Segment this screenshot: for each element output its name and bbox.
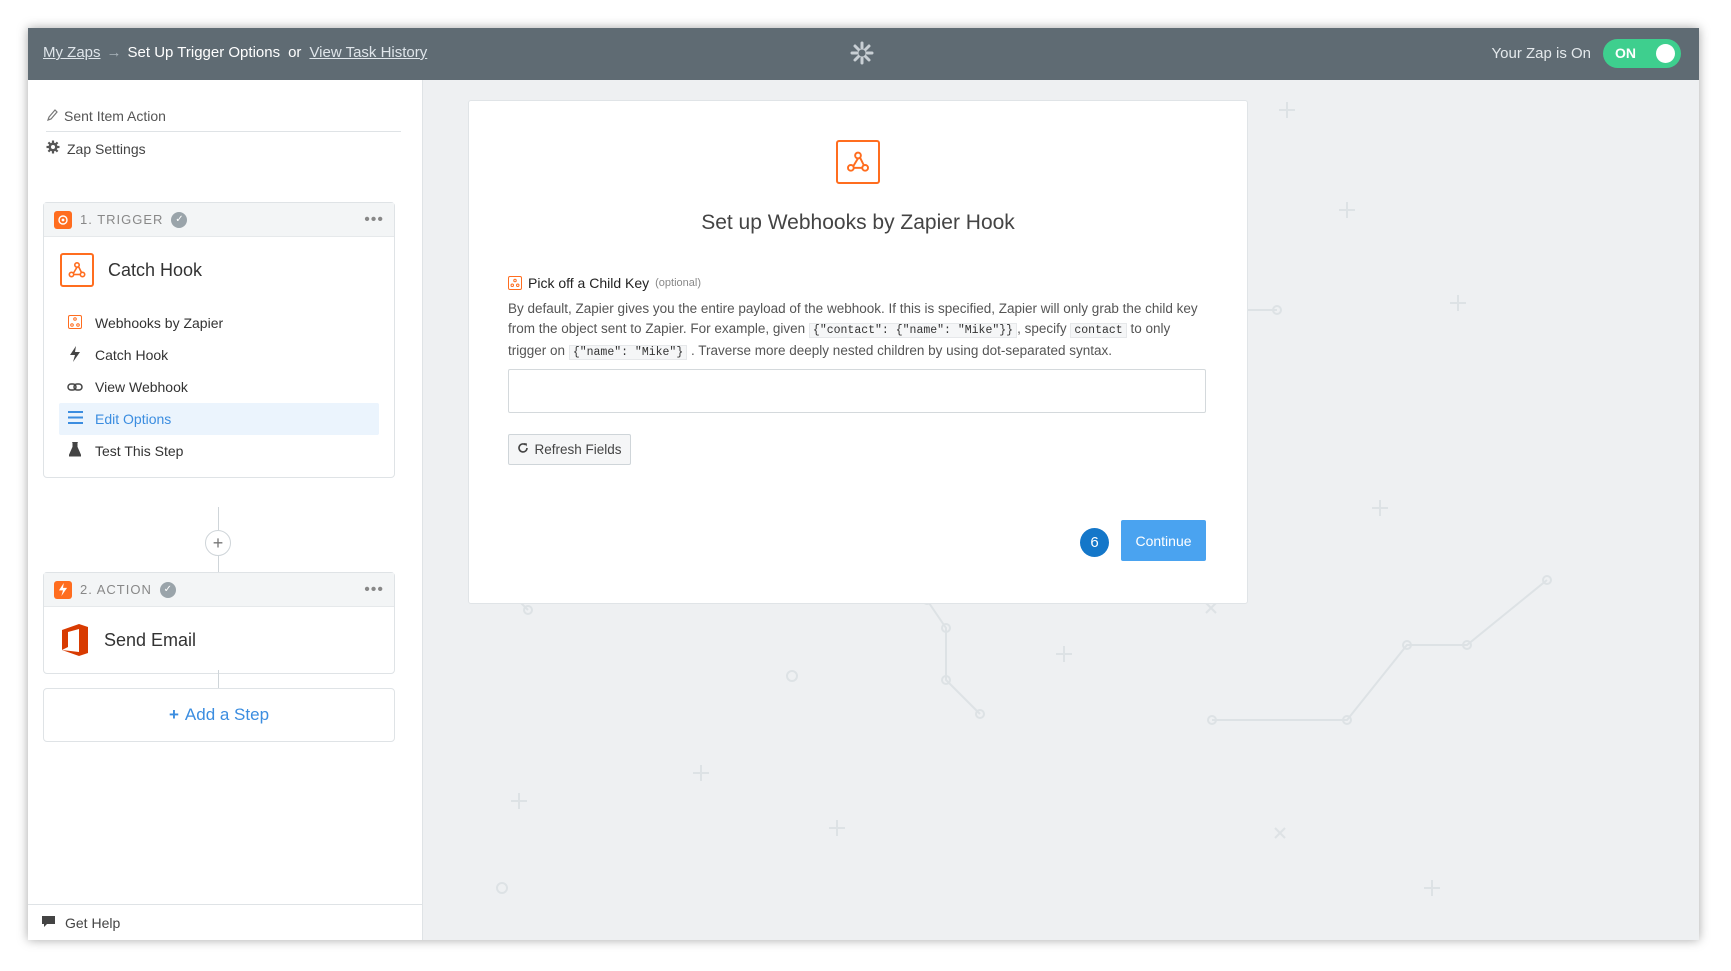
action-card: 2. ACTION ✓ ••• Send Email [43,572,395,674]
task-history-link[interactable]: View Task History [309,44,427,61]
zap-settings-label: Zap Settings [67,140,146,157]
step-view-webhook[interactable]: View Webhook [59,371,379,403]
get-help-label: Get Help [65,914,121,931]
continue-button[interactable]: Continue [1121,520,1206,561]
action-app-row[interactable]: Send Email [44,607,394,673]
step-catch-hook[interactable]: Catch Hook [59,339,379,371]
zap-on-toggle[interactable]: ON [1603,39,1681,68]
help-text-part: . Traverse more deeply nested children b… [691,343,1112,358]
trigger-app-name: Catch Hook [108,259,203,280]
action-card-header[interactable]: 2. ACTION ✓ ••• [44,573,394,607]
check-icon: ✓ [171,211,188,228]
pencil-icon [46,108,58,131]
gear-icon [46,140,60,157]
child-key-label: Pick off a Child Key (optional) [508,275,701,291]
step-label: View Webhook [95,379,188,395]
webhook-icon [508,276,522,290]
add-step-button[interactable]: + Add a Step [43,688,395,742]
webhook-icon [60,253,94,287]
more-options-icon[interactable]: ••• [364,581,384,599]
zap-name-field[interactable]: Sent Item Action [46,108,401,132]
code-example: contact [1070,323,1127,338]
toggle-knob [1656,44,1675,63]
office-icon [60,623,90,657]
app-window: My Zaps → Set Up Trigger Options or View… [28,28,1699,940]
zap-name-text: Sent Item Action [64,108,166,124]
action-app-name: Send Email [104,629,197,650]
step-label: Catch Hook [95,347,169,363]
refresh-fields-label: Refresh Fields [534,442,622,457]
refresh-icon [517,442,529,457]
step-label: Test This Step [95,443,184,459]
step-test-this-step[interactable]: Test This Step [59,435,379,467]
more-options-icon[interactable]: ••• [364,211,384,229]
code-example: {"contact": {"name": "Mike"}} [808,323,1018,338]
sidebar: Sent Item Action Zap Settings 1. TRIGGER… [28,80,423,940]
bolt-icon [67,345,83,365]
connector-line [218,670,219,688]
trigger-number-label: 1. TRIGGER [80,212,164,227]
step-edit-options[interactable]: Edit Options [59,403,379,435]
top-bar: My Zaps → Set Up Trigger Options or View… [28,28,1699,80]
breadcrumb: My Zaps → Set Up Trigger Options or View… [43,44,427,61]
list-icon [67,411,83,427]
trigger-step-list: Webhooks by Zapier Catch Hook View Webho… [44,303,394,477]
trigger-card: 1. TRIGGER ✓ ••• Catch Hook Webhooks by … [43,202,395,478]
breadcrumb-arrow: → [106,44,122,61]
zap-status: Your Zap is On ON [1491,39,1681,68]
link-icon [67,379,83,395]
trigger-card-header[interactable]: 1. TRIGGER ✓ ••• [44,203,394,237]
zap-settings-link[interactable]: Zap Settings [46,140,146,157]
connector-line [218,555,219,572]
my-zaps-link[interactable]: My Zaps [43,44,101,61]
zapier-logo-icon[interactable] [849,40,875,70]
add-step-label: Add a Step [184,705,270,724]
or-label: or [288,44,302,61]
setup-panel: Set up Webhooks by Zapier Hook Pick off … [468,100,1248,604]
action-badge-icon [54,580,72,599]
zap-status-label: Your Zap is On [1491,45,1592,62]
code-example: {"name": "Mike"} [568,345,688,360]
insert-step-plus-icon[interactable]: + [205,530,231,556]
child-key-label-text: Pick off a Child Key [528,275,650,291]
webhook-icon [836,140,880,184]
action-number-label: 2. ACTION [80,582,152,597]
help-text-part: , specify [1017,321,1067,336]
check-icon: ✓ [159,581,176,598]
toggle-on-label: ON [1615,45,1636,61]
child-key-help-text: By default, Zapier gives you the entire … [508,299,1208,363]
optional-tag: (optional) [655,277,701,289]
current-page-label: Set Up Trigger Options [127,44,281,61]
webhook-icon [67,314,83,332]
step-label: Edit Options [95,411,172,427]
step-webhooks-by-zapier[interactable]: Webhooks by Zapier [59,307,379,339]
child-key-input[interactable] [508,369,1206,413]
panel-title: Set up Webhooks by Zapier Hook [701,211,1015,234]
flask-icon [67,441,83,460]
chat-icon [42,915,55,931]
step-label: Webhooks by Zapier [95,315,224,331]
connector-line [218,507,219,530]
refresh-fields-button[interactable]: Refresh Fields [508,434,631,465]
trigger-badge-icon [54,210,72,229]
plus-icon: + [168,705,179,724]
trigger-app-row[interactable]: Catch Hook [44,237,394,303]
get-help-link[interactable]: Get Help [28,904,422,940]
step-number-badge: 6 [1080,528,1109,557]
